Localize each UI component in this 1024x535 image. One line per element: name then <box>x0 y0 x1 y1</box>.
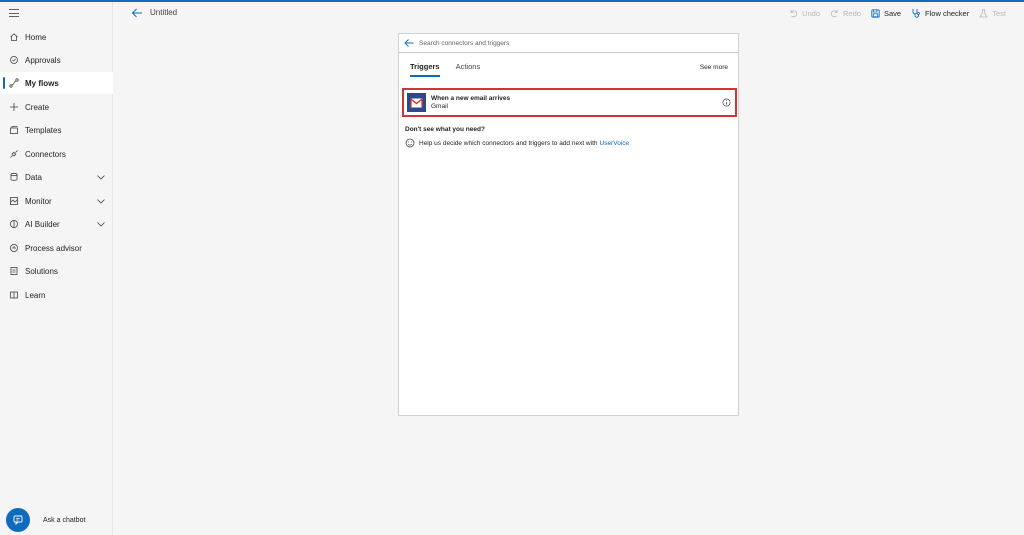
sidebar-item-approvals[interactable]: Approvals <box>0 49 113 71</box>
search-bar <box>399 34 738 53</box>
sidebar-item-label: Process advisor <box>25 243 82 253</box>
sidebar-item-templates[interactable]: Templates <box>0 119 113 141</box>
solutions-icon <box>9 266 19 276</box>
flows-icon <box>9 78 19 88</box>
home-icon <box>9 32 19 42</box>
sidebar-item-data[interactable]: Data <box>0 166 113 188</box>
approvals-icon <box>9 55 19 65</box>
data-icon <box>9 172 19 182</box>
sidebar-item-label: Data <box>25 172 42 182</box>
left-navigation: Home Approvals My flows Create Templates… <box>0 2 113 535</box>
tab-triggers[interactable]: Triggers <box>410 62 440 77</box>
hamburger-menu-icon[interactable] <box>9 9 19 17</box>
sidebar-item-label: Solutions <box>25 266 58 276</box>
choose-trigger-panel: Triggers Actions See more When a new ema… <box>398 33 739 416</box>
ask-chatbot-button[interactable]: Ask a chatbot <box>6 508 85 532</box>
test-label: Test <box>992 8 1006 18</box>
sidebar-item-label: Learn <box>25 290 46 300</box>
sidebar-item-monitor[interactable]: Monitor <box>0 190 113 212</box>
learn-icon <box>9 290 19 300</box>
chatbot-label: Ask a chatbot <box>43 516 86 524</box>
search-input[interactable] <box>419 39 719 47</box>
templates-icon <box>9 125 19 135</box>
chevron-down-icon[interactable] <box>96 219 106 229</box>
sidebar-item-label: Connectors <box>25 149 66 159</box>
info-icon[interactable] <box>722 98 731 107</box>
process-advisor-icon <box>9 243 19 253</box>
sidebar-item-create[interactable]: Create <box>0 96 113 118</box>
connectors-icon <box>9 149 19 159</box>
dont-see-heading: Don't see what you need? <box>405 126 485 133</box>
sidebar-item-ai-builder[interactable]: AI Builder <box>0 213 113 235</box>
save-icon <box>871 8 880 18</box>
plus-icon <box>9 102 19 112</box>
flask-icon <box>979 8 988 17</box>
sidebar-item-connectors[interactable]: Connectors <box>0 143 113 165</box>
flow-checker-label: Flow checker <box>925 8 970 18</box>
test-button[interactable]: Test <box>979 9 1006 18</box>
designer-header: Untitled Undo Redo Save Flow checker Tes… <box>113 2 1024 24</box>
uservoice-link[interactable]: UserVoice <box>600 140 630 147</box>
flow-checker-button[interactable]: Flow checker <box>911 8 969 18</box>
undo-button[interactable]: Undo <box>789 9 820 18</box>
ai-builder-icon <box>9 219 19 229</box>
stethoscope-icon <box>912 9 920 18</box>
sidebar-item-process-advisor[interactable]: Process advisor <box>0 237 113 259</box>
sidebar-item-my-flows[interactable]: My flows <box>0 72 113 94</box>
save-button[interactable]: Save <box>871 9 901 18</box>
save-label: Save <box>883 8 902 18</box>
sidebar-item-label: My flows <box>25 78 59 88</box>
redo-label: Redo <box>843 8 861 18</box>
chatbot-icon <box>6 508 30 532</box>
trigger-text: When a new email arrives Gmail <box>431 95 510 111</box>
sidebar-item-label: Monitor <box>25 196 52 206</box>
gmail-icon <box>407 93 426 112</box>
sidebar-item-label: Templates <box>25 125 62 135</box>
sidebar-item-label: Create <box>25 102 50 112</box>
redo-button[interactable]: Redo <box>830 9 861 18</box>
sidebar-item-learn[interactable]: Learn <box>0 284 113 306</box>
undo-icon <box>790 9 798 17</box>
help-row: Help us decide which connectors and trig… <box>405 138 629 148</box>
help-text: Help us decide which connectors and trig… <box>419 139 598 147</box>
trigger-title: When a new email arrives <box>431 94 511 102</box>
smiley-icon <box>405 138 415 148</box>
chevron-down-icon[interactable] <box>96 196 106 206</box>
sidebar-item-label: AI Builder <box>25 219 60 229</box>
sidebar-item-label: Home <box>25 32 47 42</box>
flow-title: Untitled <box>150 8 178 17</box>
sidebar-item-label: Approvals <box>25 55 61 65</box>
tab-actions[interactable]: Actions <box>456 62 481 77</box>
chevron-down-icon[interactable] <box>96 172 106 182</box>
trigger-connector: Gmail <box>431 102 448 110</box>
monitor-icon <box>9 196 19 206</box>
designer-toolbar: Undo Redo Save Flow checker Test <box>779 6 1006 20</box>
sidebar-item-solutions[interactable]: Solutions <box>0 260 113 282</box>
undo-label: Undo <box>802 8 820 18</box>
back-arrow-icon[interactable] <box>404 38 414 48</box>
see-more-link[interactable]: See more <box>700 64 728 71</box>
sidebar-item-home[interactable]: Home <box>0 26 113 48</box>
picker-tabs: Triggers Actions <box>410 62 496 77</box>
redo-icon <box>830 9 838 17</box>
trigger-when-new-email-arrives[interactable]: When a new email arrives Gmail <box>402 88 737 117</box>
back-arrow-icon[interactable] <box>131 7 143 19</box>
